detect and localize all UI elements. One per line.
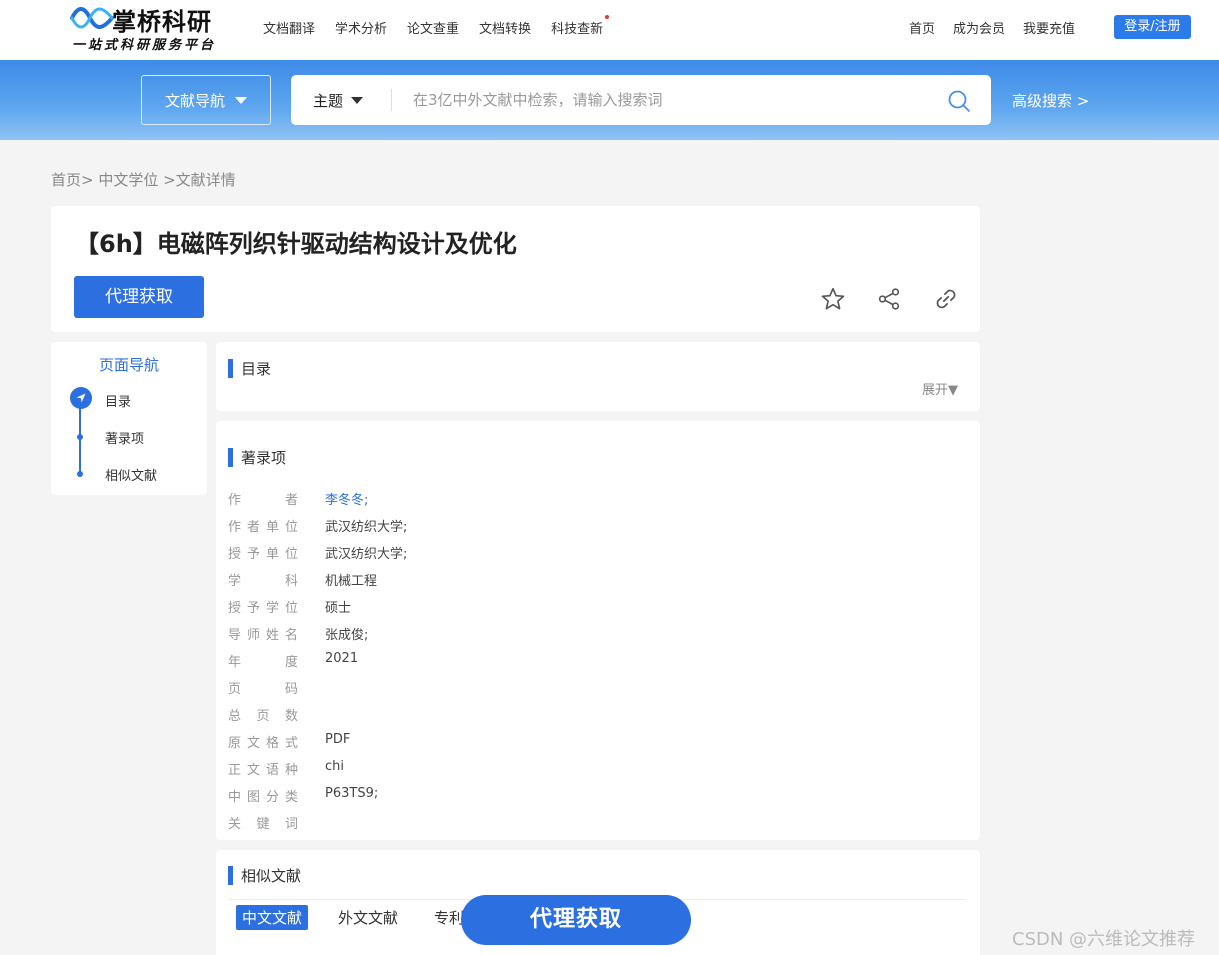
metadata-row: 原文格式 PDF: [228, 732, 968, 752]
nav-item-plagiarism[interactable]: 论文查重: [407, 18, 459, 38]
metadata-key: 学科: [228, 574, 298, 589]
search-icon[interactable]: [947, 89, 971, 113]
search-banner: 文献导航 主题 高级搜索 >: [0, 60, 1219, 140]
metadata-heading: 著录项: [228, 447, 286, 468]
similar-heading-label: 相似文献: [241, 867, 302, 885]
nav-item-convert[interactable]: 文档转换: [479, 18, 531, 38]
tab-foreign-literature[interactable]: 外文文献: [332, 905, 404, 930]
expand-toc-button[interactable]: 展开▼: [922, 379, 958, 398]
page-nav-dot: [77, 434, 83, 440]
section-accent-bar: [228, 866, 233, 885]
page-nav-item-similar[interactable]: 相似文献: [105, 465, 157, 484]
toc-heading-label: 目录: [241, 360, 272, 378]
metadata-row: 关键词: [228, 813, 968, 833]
main-nav: 文档翻译 学术分析 论文查重 文档转换 科技查新: [263, 15, 610, 38]
page-title: 【6h】电磁阵列织针驱动结构设计及优化: [75, 230, 517, 258]
nav-item-novelty-label: 科技查新: [551, 22, 604, 37]
metadata-key: 年度: [228, 655, 298, 670]
metadata-value: PDF: [325, 732, 351, 747]
logo-wave-icon: [70, 7, 114, 29]
divider: [391, 89, 392, 111]
page-nav-item-metadata[interactable]: 著录项: [105, 428, 144, 447]
link-icon[interactable]: [933, 286, 959, 312]
search-scope-label: 主题: [313, 91, 344, 110]
advanced-search-link[interactable]: 高级搜索 >: [1012, 90, 1089, 111]
metadata-row: 授予学位 硕士: [228, 597, 968, 617]
document-title-card: 【6h】电磁阵列织针驱动结构设计及优化 代理获取: [51, 206, 980, 332]
metadata-row: 总页数: [228, 705, 968, 725]
right-nav: 首页 成为会员 我要充值: [909, 18, 1075, 37]
metadata-key: 授予学位: [228, 601, 298, 616]
metadata-value[interactable]: 李冬冬;: [325, 489, 368, 508]
toc-heading: 目录: [228, 358, 271, 379]
caret-down-icon: [235, 96, 247, 104]
metadata-key: 原文格式: [228, 736, 298, 751]
metadata-key: 授予单位: [228, 547, 298, 562]
metadata-value: 机械工程: [325, 574, 378, 589]
metadata-value: 武汉纺织大学;: [325, 547, 408, 562]
navigation-arrow-icon: [70, 387, 92, 409]
top-bar: 掌桥科研 一站式科研服务平台 文档翻译 学术分析 论文查重 文档转换 科技查新 …: [0, 0, 1219, 60]
share-icon[interactable]: [876, 286, 902, 312]
metadata-key: 导师姓名: [228, 628, 298, 643]
similar-tabs: 中文文献 外文文献 专利: [236, 905, 470, 930]
metadata-row: 中图分类 P63TS9;: [228, 786, 968, 806]
metadata-value: chi: [325, 759, 344, 774]
search-box: 主题: [291, 75, 991, 125]
literature-nav-label: 文献导航: [164, 91, 225, 110]
toc-section: 目录 展开▼: [216, 342, 980, 411]
login-register-button[interactable]: 登录/注册: [1114, 15, 1191, 39]
metadata-row: 年度 2021: [228, 651, 968, 671]
metadata-key: 页码: [228, 682, 298, 697]
search-input[interactable]: [413, 85, 933, 115]
watermark: CSDN @六维论文推荐: [1012, 929, 1196, 950]
page-nav-dot: [77, 471, 83, 477]
metadata-value: P63TS9;: [325, 786, 379, 801]
new-dot-badge: [605, 15, 610, 19]
section-accent-bar: [228, 359, 233, 378]
metadata-key: 关键词: [228, 817, 298, 832]
page-nav-item-toc[interactable]: 目录: [105, 391, 131, 410]
metadata-value: 2021: [325, 651, 359, 666]
brand-name: 掌桥科研: [112, 7, 212, 36]
brand-slogan: 一站式科研服务平台: [72, 38, 217, 53]
metadata-row: 作者 李冬冬;: [228, 489, 968, 509]
nav-recharge[interactable]: 我要充值: [1023, 18, 1075, 37]
breadcrumb[interactable]: 首页> 中文学位 >文献详情: [51, 169, 236, 190]
metadata-section: 著录项 作者 李冬冬; 作者单位 武汉纺织大学; 授予单位 武汉纺织大学; 学科 机械工程 授予…: [216, 421, 980, 840]
metadata-value: 硕士: [325, 601, 352, 616]
similar-heading: 相似文献: [228, 865, 301, 886]
search-scope-dropdown[interactable]: 主题: [313, 75, 364, 125]
metadata-value: 张成俊;: [325, 628, 369, 643]
metadata-key: 总页数: [228, 709, 298, 724]
metadata-key: 作者单位: [228, 520, 298, 535]
section-accent-bar: [228, 448, 233, 467]
nav-membership[interactable]: 成为会员: [953, 18, 1005, 37]
metadata-value: 武汉纺织大学;: [325, 520, 408, 535]
star-icon[interactable]: [820, 286, 846, 312]
nav-item-analysis[interactable]: 学术分析: [335, 18, 387, 38]
metadata-key: 中图分类: [228, 790, 298, 805]
metadata-row: 正文语种 chi: [228, 759, 968, 779]
metadata-key: 作者: [228, 493, 298, 508]
metadata-heading-label: 著录项: [241, 449, 287, 467]
nav-item-novelty[interactable]: 科技查新: [551, 15, 610, 38]
floating-proxy-get-button[interactable]: 代理获取: [461, 895, 691, 945]
logo[interactable]: 掌桥科研 一站式科研服务平台: [70, 2, 230, 54]
proxy-get-button[interactable]: 代理获取: [74, 276, 204, 318]
metadata-row: 作者单位 武汉纺织大学;: [228, 516, 968, 536]
metadata-row: 页码: [228, 678, 968, 698]
page-nav-title: 页面导航: [98, 356, 159, 374]
caret-down-icon: [351, 96, 364, 104]
metadata-row: 授予单位 武汉纺织大学;: [228, 543, 968, 563]
metadata-row: 学科 机械工程: [228, 570, 968, 590]
tab-chinese-literature[interactable]: 中文文献: [236, 905, 309, 930]
metadata-row: 导师姓名 张成俊;: [228, 624, 968, 644]
literature-nav-dropdown[interactable]: 文献导航: [141, 75, 271, 125]
nav-home[interactable]: 首页: [909, 18, 935, 37]
page-nav-panel: 页面导航 目录 著录项 相似文献: [51, 342, 207, 495]
nav-item-translate[interactable]: 文档翻译: [263, 18, 315, 38]
metadata-key: 正文语种: [228, 763, 298, 778]
